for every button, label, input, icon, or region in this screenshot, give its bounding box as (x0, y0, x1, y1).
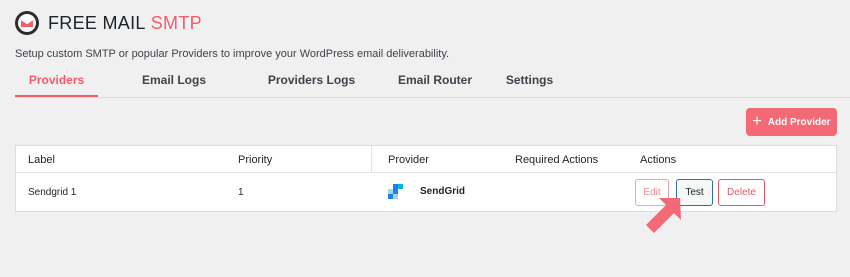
column-header-provider: Provider (388, 154, 429, 166)
title-main: FREE MAIL (48, 12, 146, 33)
add-provider-button[interactable]: + Add Provider (746, 108, 837, 136)
pointer-arrow-icon (646, 198, 681, 233)
column-header-priority: Priority (238, 154, 273, 166)
provider-name: SendGrid (420, 186, 466, 197)
mail-logo-icon (15, 11, 39, 35)
table-row: Sendgrid 1 1 SendGrid Edit Test Delete (16, 173, 836, 212)
tab-bar: Providers Email Logs Providers Logs Emai… (15, 66, 850, 98)
row-label: Sendgrid 1 (28, 187, 77, 198)
column-header-label: Label (28, 154, 55, 166)
tab-email-router[interactable]: Email Router (373, 66, 497, 97)
plus-icon: + (752, 113, 762, 130)
table-header: Label Priority Provider Required Actions… (16, 146, 836, 173)
app-header: FREE MAIL SMTP (15, 11, 202, 35)
page-title: FREE MAIL SMTP (48, 13, 202, 34)
row-priority: 1 (238, 187, 244, 198)
page-subtitle: Setup custom SMTP or popular Providers t… (15, 48, 450, 60)
column-header-actions: Actions (640, 154, 677, 166)
providers-table: Label Priority Provider Required Actions… (15, 145, 837, 212)
tab-settings[interactable]: Settings (497, 66, 562, 97)
tab-providers[interactable]: Providers (15, 66, 98, 97)
tab-email-logs[interactable]: Email Logs (98, 66, 250, 97)
column-divider (371, 146, 372, 173)
add-provider-label: Add Provider (767, 116, 831, 128)
sendgrid-icon (388, 184, 403, 199)
title-accent: SMTP (150, 12, 202, 33)
tab-providers-logs[interactable]: Providers Logs (250, 66, 373, 97)
row-provider: SendGrid (388, 184, 465, 199)
delete-button[interactable]: Delete (718, 179, 765, 206)
column-header-required-actions: Required Actions (515, 154, 599, 166)
